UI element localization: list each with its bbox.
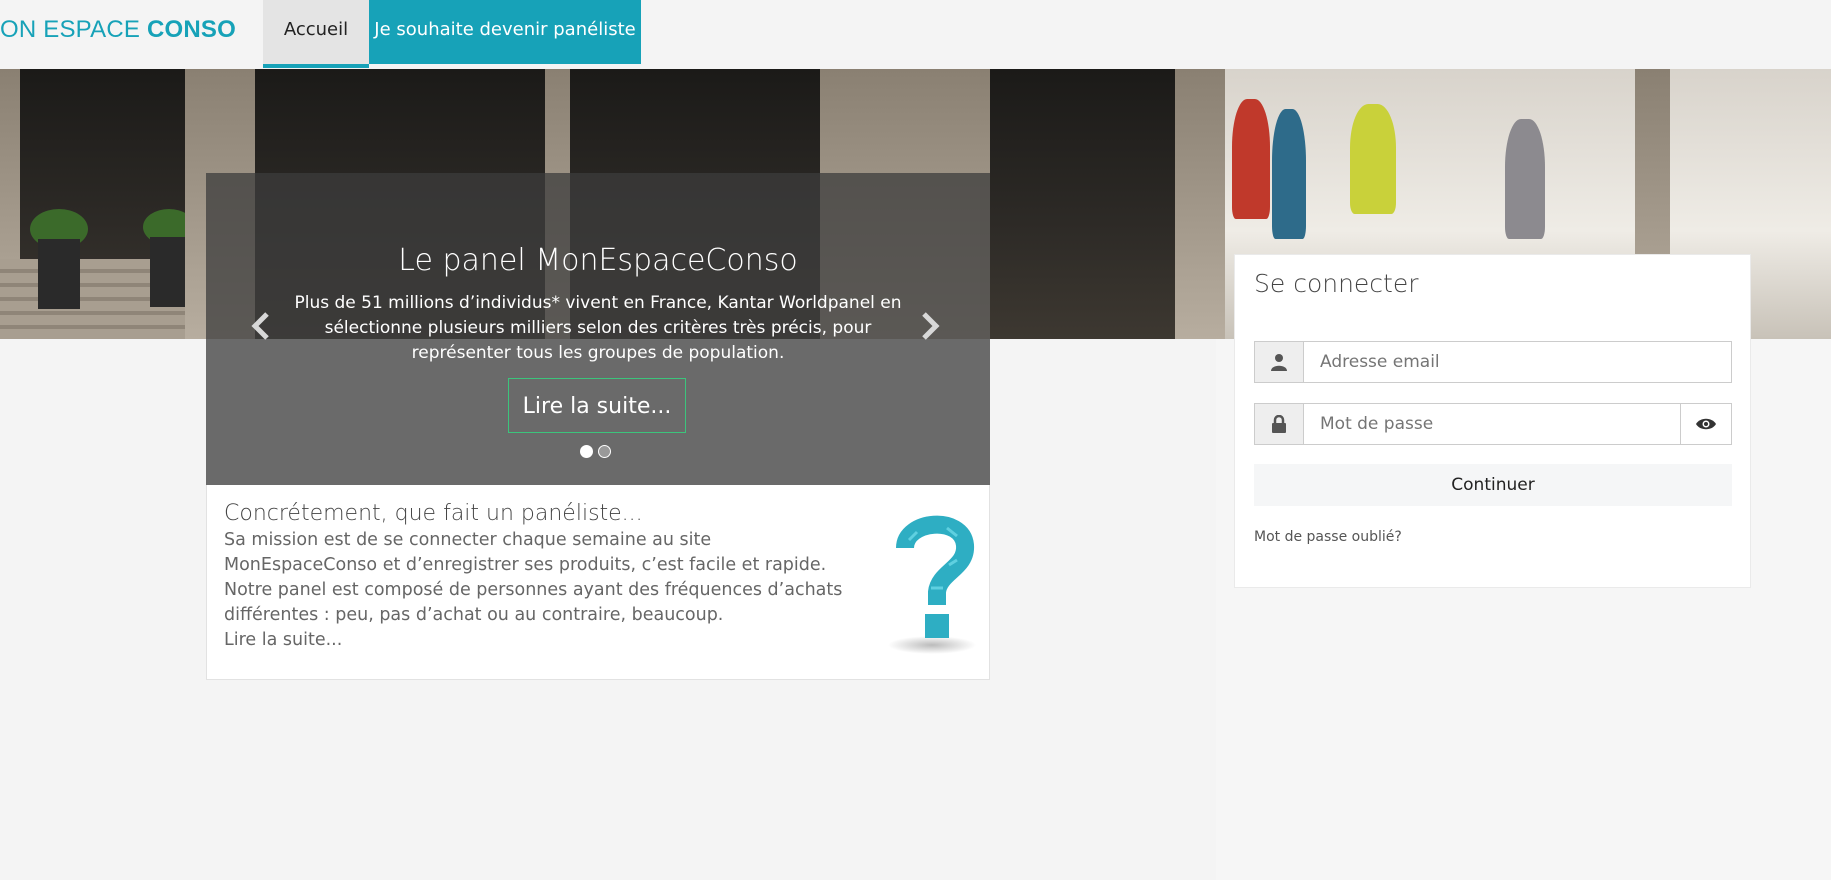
lock-icon bbox=[1255, 404, 1304, 444]
brand-logo-bold-text: CONSO bbox=[146, 16, 236, 43]
info-card: Concrétement, que fait un panéliste... S… bbox=[206, 485, 990, 680]
continue-button[interactable]: Continuer bbox=[1254, 464, 1732, 506]
login-panel: Se connecter Continuer Mot de passe oubl… bbox=[1234, 254, 1751, 588]
carousel-text: Plus de 51 millions d’individus* vivent … bbox=[294, 293, 902, 363]
carousel: Le panel MonEspaceConso Plus de 51 milli… bbox=[206, 173, 990, 485]
password-field-group bbox=[1254, 403, 1732, 445]
carousel-next-icon[interactable] bbox=[915, 311, 945, 347]
password-input[interactable] bbox=[1304, 404, 1680, 444]
email-field-group bbox=[1254, 341, 1732, 383]
info-card-read-more-link[interactable]: Lire la suite... bbox=[224, 630, 342, 650]
info-card-title: Concrétement, que fait un panéliste... bbox=[224, 501, 643, 526]
carousel-read-more-button[interactable]: Lire la suite... bbox=[508, 378, 686, 433]
forgot-password-link[interactable]: Mot de passe oublié? bbox=[1254, 529, 1402, 545]
info-card-text: Sa mission est de se connecter chaque se… bbox=[224, 528, 864, 653]
login-title: Se connecter bbox=[1254, 269, 1419, 298]
question-mark-icon bbox=[887, 510, 977, 655]
carousel-indicator-2[interactable] bbox=[598, 445, 611, 458]
nav-tab-devenir-paneliste[interactable]: Je souhaite devenir panéliste bbox=[369, 0, 641, 64]
top-navigation-bar: ON ESPACE CONSO Accueil Je souhaite deve… bbox=[0, 0, 1831, 69]
brand-logo-light-text: ON ESPACE bbox=[0, 16, 147, 43]
carousel-indicator-1[interactable] bbox=[580, 445, 593, 458]
eye-icon[interactable] bbox=[1680, 404, 1731, 444]
carousel-prev-icon[interactable] bbox=[246, 311, 276, 347]
brand-logo[interactable]: ON ESPACE CONSO bbox=[0, 16, 236, 44]
info-card-body: Sa mission est de se connecter chaque se… bbox=[224, 530, 843, 625]
email-input[interactable] bbox=[1304, 342, 1731, 382]
nav-tab-accueil[interactable]: Accueil bbox=[263, 0, 369, 68]
user-icon bbox=[1255, 342, 1304, 382]
carousel-title: Le panel MonEspaceConso bbox=[398, 243, 798, 278]
